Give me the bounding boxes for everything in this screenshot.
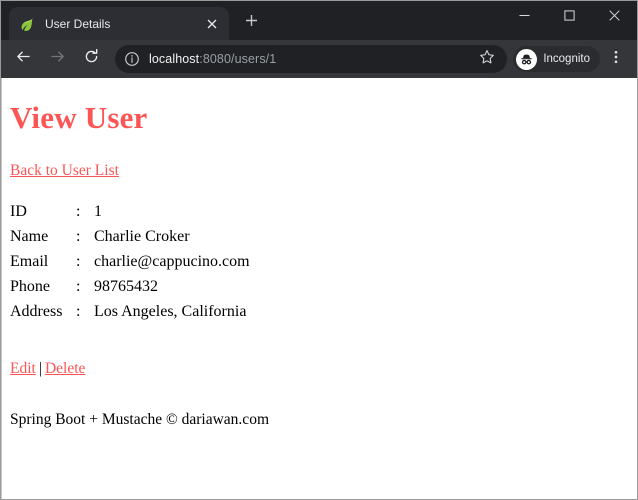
- detail-label-address: Address: [10, 303, 63, 320]
- browser-titlebar: User Details: [1, 1, 637, 40]
- forward-button: [43, 45, 71, 73]
- browser-menu-button[interactable]: [603, 45, 629, 73]
- edit-link[interactable]: Edit: [10, 360, 36, 377]
- record-actions: Edit | Delete: [10, 360, 629, 378]
- detail-label-name: Name: [10, 228, 49, 245]
- browser-window: User Details localhost:8080/users/1 Inco…: [0, 0, 638, 500]
- star-icon: [479, 49, 495, 70]
- detail-sep-name: :: [76, 228, 81, 245]
- detail-label-email: Email: [10, 253, 49, 270]
- address-bar[interactable]: localhost:8080/users/1: [115, 45, 508, 73]
- detail-sep-email: :: [76, 253, 81, 270]
- detail-value-phone: 98765432: [94, 278, 158, 295]
- user-details-table: ID : 1 Name : Charlie Croker Email : cha…: [10, 199, 250, 324]
- window-minimize-button[interactable]: [502, 1, 547, 32]
- detail-label-phone: Phone: [10, 278, 50, 295]
- plus-icon: [245, 14, 258, 32]
- address-bar-url: localhost:8080/users/1: [149, 52, 471, 66]
- back-to-user-list-link[interactable]: Back to User List: [10, 162, 119, 179]
- three-dots-vertical-icon: [608, 49, 624, 70]
- table-row: ID : 1: [10, 199, 250, 224]
- info-circle-icon[interactable]: [124, 51, 140, 67]
- url-path: :8080/users/1: [199, 52, 277, 66]
- back-arrow-icon: [15, 48, 32, 70]
- detail-sep-address: :: [76, 303, 81, 320]
- reload-icon: [83, 48, 100, 70]
- page-viewport: View User Back to User List ID : 1 Name …: [1, 78, 637, 499]
- window-controls: [502, 1, 637, 32]
- browser-toolbar: localhost:8080/users/1 Incognito: [1, 40, 637, 78]
- window-maximize-button[interactable]: [547, 1, 592, 32]
- tab-close-icon[interactable]: [203, 15, 221, 33]
- detail-value-email: charlie@cappucino.com: [94, 253, 250, 270]
- profile-label: Incognito: [543, 53, 590, 65]
- table-row: Phone : 98765432: [10, 274, 250, 299]
- window-close-button[interactable]: [592, 1, 637, 32]
- maximize-icon: [564, 8, 575, 26]
- profile-incognito-button[interactable]: Incognito: [513, 46, 600, 72]
- spring-leaf-icon: [19, 16, 35, 32]
- url-host: localhost: [149, 52, 200, 66]
- tab-title: User Details: [45, 16, 111, 31]
- detail-value-name: Charlie Croker: [94, 228, 190, 245]
- delete-link[interactable]: Delete: [45, 360, 85, 377]
- detail-sep-phone: :: [76, 278, 81, 295]
- back-to-list-row: Back to User List: [10, 162, 629, 180]
- bookmark-button[interactable]: [475, 47, 499, 71]
- user-details-body: ID : 1 Name : Charlie Croker Email : cha…: [10, 199, 250, 324]
- browser-tab-user-details[interactable]: User Details: [9, 7, 229, 40]
- close-icon: [609, 8, 620, 26]
- forward-arrow-icon: [49, 48, 66, 70]
- page-footer: Spring Boot + Mustache © dariawan.com: [10, 411, 269, 428]
- detail-label-id: ID: [10, 203, 27, 220]
- reload-button[interactable]: [77, 45, 105, 73]
- action-separator: |: [38, 360, 42, 377]
- detail-value-id: 1: [94, 203, 102, 220]
- table-row: Address : Los Angeles, California: [10, 299, 250, 324]
- back-button[interactable]: [9, 45, 37, 73]
- table-row: Name : Charlie Croker: [10, 224, 250, 249]
- page-title: View User: [10, 100, 148, 135]
- page-content: View User Back to User List ID : 1 Name …: [2, 78, 637, 437]
- new-tab-button[interactable]: [237, 9, 265, 37]
- incognito-hat-icon: [516, 48, 538, 70]
- detail-sep-id: :: [76, 203, 81, 220]
- table-row: Email : charlie@cappucino.com: [10, 249, 250, 274]
- detail-value-address: Los Angeles, California: [94, 303, 247, 320]
- minimize-icon: [519, 8, 530, 26]
